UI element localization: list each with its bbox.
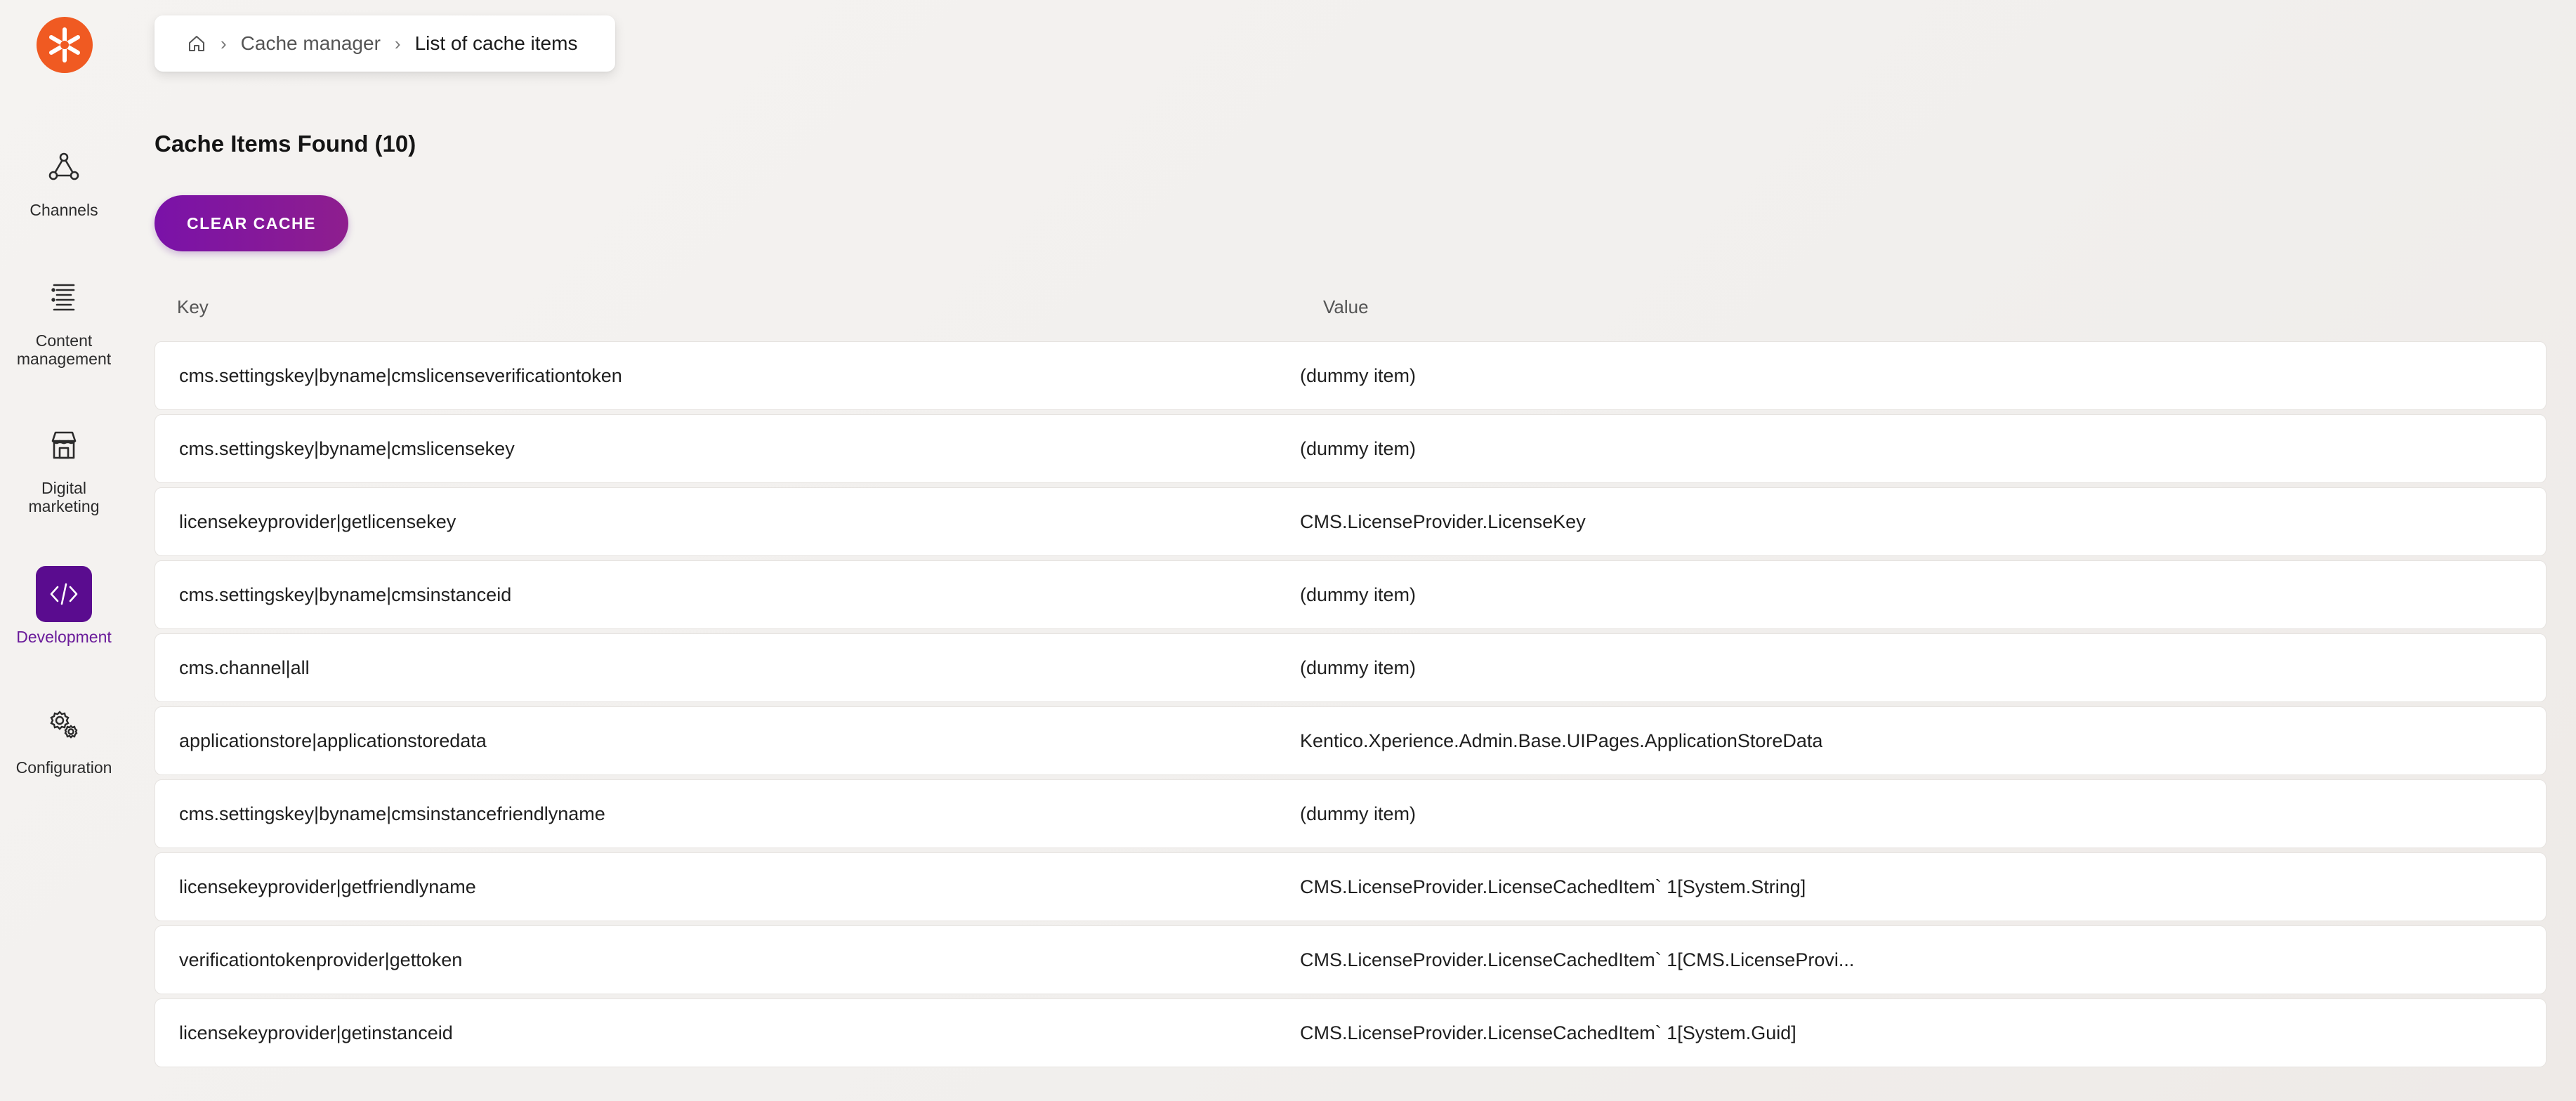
- table-row[interactable]: cms.settingskey|byname|cmsinstanceid (du…: [155, 560, 2547, 629]
- cell-value: CMS.LicenseProvider.LicenseCachedItem` 1…: [1300, 876, 1806, 897]
- sidebar-item-development[interactable]: Development: [0, 566, 128, 646]
- sidebar: Channels Content management Digital mark…: [0, 0, 128, 1101]
- table-row[interactable]: cms.channel|all (dummy item): [155, 633, 2547, 702]
- sidebar-item-configuration[interactable]: Configuration: [0, 697, 128, 777]
- table-row[interactable]: cms.settingskey|byname|cmslicensekey (du…: [155, 414, 2547, 483]
- cell-value: Kentico.Xperience.Admin.Base.UIPages.App…: [1300, 730, 1823, 751]
- development-icon: [36, 566, 92, 622]
- cell-value: (dummy item): [1300, 657, 1417, 678]
- home-icon[interactable]: [187, 34, 206, 53]
- sidebar-item-label: Development: [16, 628, 112, 646]
- cell-key: applicationstore|applicationstoredata: [179, 730, 487, 751]
- channels-icon: [36, 139, 92, 195]
- table-row[interactable]: licensekeyprovider|getlicensekey CMS.Lic…: [155, 487, 2547, 556]
- sidebar-item-label: Channels: [29, 201, 98, 219]
- cell-key: licensekeyprovider|getlicensekey: [179, 510, 456, 532]
- clear-cache-button[interactable]: CLEAR CACHE: [155, 195, 348, 251]
- cache-items-table: cms.settingskey|byname|cmslicenseverific…: [155, 341, 2547, 1072]
- cell-key: cms.channel|all: [179, 657, 310, 678]
- cell-value: CMS.LicenseProvider.LicenseKey: [1300, 510, 1586, 532]
- sidebar-item-label: Digital marketing: [28, 479, 100, 515]
- sidebar-item-label: Content management: [16, 331, 112, 368]
- table-row[interactable]: licensekeyprovider|getfriendlyname CMS.L…: [155, 852, 2547, 921]
- chevron-right-icon: ›: [394, 32, 401, 54]
- cell-value: (dummy item): [1300, 437, 1417, 459]
- cell-key: verificationtokenprovider|gettoken: [179, 949, 463, 970]
- breadcrumb-item-current: List of cache items: [414, 32, 578, 54]
- breadcrumb-item-cache-manager[interactable]: Cache manager: [241, 32, 381, 55]
- cell-value: (dummy item): [1300, 803, 1417, 824]
- cell-key: licensekeyprovider|getfriendlyname: [179, 876, 476, 897]
- digital-marketing-icon: [36, 417, 92, 473]
- configuration-icon: [36, 697, 92, 753]
- sidebar-item-channels[interactable]: Channels: [0, 139, 128, 219]
- column-header-key: Key: [177, 296, 209, 317]
- cell-key: cms.settingskey|byname|cmsinstancefriend…: [179, 803, 605, 824]
- cell-key: licensekeyprovider|getinstanceid: [179, 1022, 453, 1043]
- cell-value: CMS.LicenseProvider.LicenseCachedItem` 1…: [1300, 949, 1855, 970]
- page-title: Cache Items Found (10): [155, 131, 416, 157]
- table-row[interactable]: applicationstore|applicationstoredata Ke…: [155, 706, 2547, 775]
- sidebar-item-label: Configuration: [15, 758, 112, 777]
- cell-value: (dummy item): [1300, 584, 1417, 605]
- cell-value: CMS.LicenseProvider.LicenseCachedItem` 1…: [1300, 1022, 1796, 1043]
- kentico-logo-icon[interactable]: [37, 17, 93, 73]
- column-header-value: Value: [1323, 296, 1369, 317]
- content-management-icon: [36, 270, 92, 326]
- table-row[interactable]: cms.settingskey|byname|cmslicenseverific…: [155, 341, 2547, 410]
- cell-key: cms.settingskey|byname|cmslicensekey: [179, 437, 515, 459]
- table-row[interactable]: verificationtokenprovider|gettoken CMS.L…: [155, 925, 2547, 994]
- chevron-right-icon: ›: [221, 32, 227, 54]
- sidebar-item-content-management[interactable]: Content management: [0, 270, 128, 368]
- table-row[interactable]: licensekeyprovider|getinstanceid CMS.Lic…: [155, 998, 2547, 1067]
- breadcrumb: › Cache manager › List of cache items: [155, 15, 615, 72]
- cell-key: cms.settingskey|byname|cmslicenseverific…: [179, 364, 622, 386]
- sidebar-item-digital-marketing[interactable]: Digital marketing: [0, 417, 128, 515]
- cell-value: (dummy item): [1300, 364, 1417, 386]
- table-row[interactable]: cms.settingskey|byname|cmsinstancefriend…: [155, 779, 2547, 848]
- cell-key: cms.settingskey|byname|cmsinstanceid: [179, 584, 512, 605]
